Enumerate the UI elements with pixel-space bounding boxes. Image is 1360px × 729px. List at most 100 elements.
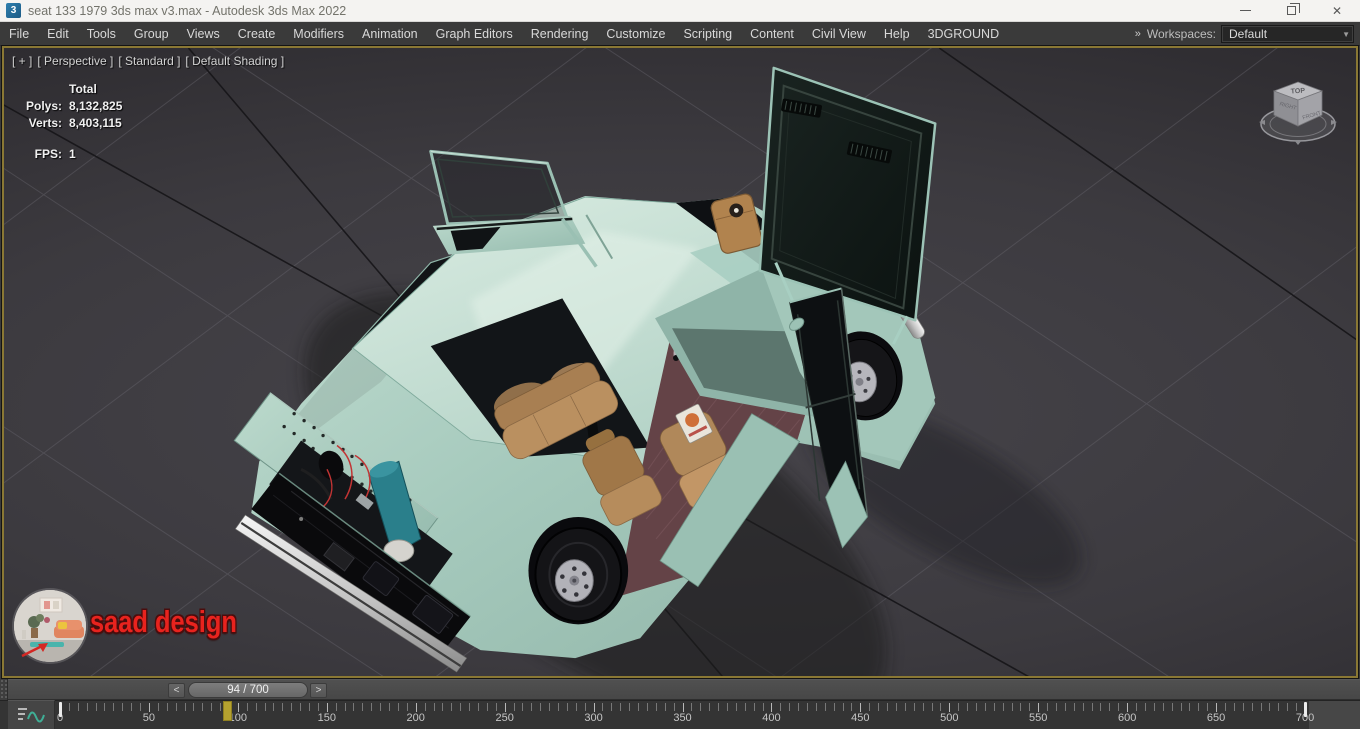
ruler-tick <box>949 703 951 712</box>
restore-button[interactable] <box>1268 0 1314 21</box>
ruler-tick <box>718 703 720 711</box>
menu-graph-editors[interactable]: Graph Editors <box>427 22 522 46</box>
timeline-ruler[interactable]: 0 50 100 150 200 250 300 350 400 450 500 550 600 650 7… <box>0 700 1360 729</box>
ruler-tick <box>1100 703 1102 711</box>
range-boundary-marker <box>59 702 62 717</box>
current-frame-display[interactable]: 94 / 700 <box>188 682 308 698</box>
viewport-3d-scene[interactable] <box>4 48 1356 676</box>
ruler-tick <box>1144 703 1146 711</box>
beyond-range-zone <box>1309 701 1360 729</box>
ruler-tick <box>77 703 79 711</box>
menu-create[interactable]: Create <box>229 22 285 46</box>
ruler-tick <box>522 703 524 711</box>
next-frame-button[interactable]: > <box>310 683 327 698</box>
menu-bar: File Edit Tools Group Views Create Modif… <box>0 22 1360 46</box>
fps-value: 1 <box>69 147 76 161</box>
menu-animation[interactable]: Animation <box>353 22 427 46</box>
minimize-button[interactable] <box>1222 0 1268 21</box>
ruler-tick <box>869 703 871 711</box>
ruler-tick <box>780 703 782 711</box>
playhead[interactable] <box>223 701 233 721</box>
viewport-label: [ + ] [ Perspective ] [ Standard ] [ Def… <box>12 54 284 68</box>
ruler-tick <box>1233 703 1235 711</box>
polys-label: Polys: <box>25 99 62 113</box>
menu-content[interactable]: Content <box>741 22 803 46</box>
ruler-tick <box>353 703 355 711</box>
pillow <box>58 622 67 629</box>
menu-views[interactable]: Views <box>178 22 229 46</box>
viewport-menu-pov[interactable]: [ Perspective ] <box>37 54 113 68</box>
ruler-tick <box>220 703 222 711</box>
menu-help[interactable]: Help <box>875 22 919 46</box>
ruler-tick <box>1296 703 1298 711</box>
window-controls: ✕ <box>1222 0 1360 21</box>
menu-file[interactable]: File <box>0 22 38 46</box>
ruler-tick <box>513 703 515 711</box>
ruler-tick <box>1091 703 1093 711</box>
ruler-tick <box>566 703 568 711</box>
ruler-tick <box>771 703 773 712</box>
previous-frame-button[interactable]: < <box>168 683 185 698</box>
car-model[interactable] <box>233 66 1107 676</box>
ruler-tick <box>1189 703 1191 711</box>
ruler-tick <box>913 703 915 711</box>
ruler-tick <box>1029 703 1031 711</box>
ruler-tick <box>362 703 364 711</box>
ruler-tick <box>540 703 542 711</box>
ruler-tick <box>958 703 960 711</box>
ruler-tick <box>1162 703 1164 711</box>
ruler-tick <box>629 703 631 711</box>
ruler-tick <box>709 703 711 711</box>
ruler-tick <box>477 703 479 711</box>
ruler-tick <box>611 703 613 711</box>
close-button[interactable]: ✕ <box>1314 0 1360 21</box>
menu-modifiers[interactable]: Modifiers <box>284 22 353 46</box>
ruler-label: 50 <box>142 712 156 724</box>
menu-overflow-icon[interactable]: » <box>1135 28 1141 40</box>
ruler-tick <box>1171 703 1173 711</box>
workspace-dropdown[interactable]: Default ▼ <box>1221 24 1354 43</box>
viewport-menu-shading[interactable]: [ Default Shading ] <box>185 54 284 68</box>
ruler-tick <box>1251 703 1253 711</box>
ruler-tick <box>1180 703 1182 711</box>
viewcube-top-label: TOP <box>1291 87 1306 95</box>
ruler-tick <box>1056 703 1058 711</box>
menu-rendering[interactable]: Rendering <box>522 22 598 46</box>
menu-tools[interactable]: Tools <box>78 22 125 46</box>
ruler-tick <box>148 703 150 712</box>
menu-civil-view[interactable]: Civil View <box>803 22 875 46</box>
ruler-tick <box>300 703 302 711</box>
menu-customize[interactable]: Customize <box>597 22 674 46</box>
ruler-tick <box>993 703 995 711</box>
menu-group[interactable]: Group <box>125 22 178 46</box>
curve-editor-icon <box>18 708 45 723</box>
ruler-tick <box>202 703 204 711</box>
ruler-tick <box>1136 703 1138 711</box>
ruler-tick <box>211 703 213 711</box>
ruler-tick <box>1260 703 1262 711</box>
ruler-tick <box>451 703 453 711</box>
ruler-tick <box>504 703 506 712</box>
time-slider[interactable]: < 94 / 700 > <box>8 679 1360 700</box>
viewport-menu-renderer[interactable]: [ Standard ] <box>118 54 180 68</box>
ruler-tick <box>593 703 595 712</box>
ruler-tick <box>931 703 933 711</box>
verts-value: 8,403,115 <box>69 116 122 130</box>
viewport-menu-general[interactable]: [ + ] <box>12 54 32 68</box>
menu-scripting[interactable]: Scripting <box>674 22 741 46</box>
ruler-tick <box>1287 703 1289 711</box>
viewcube[interactable]: TOP RIGHT FRONT <box>1250 60 1346 156</box>
ruler-tick <box>735 703 737 711</box>
ruler-label: 250 <box>495 712 514 724</box>
menu-3dground[interactable]: 3DGROUND <box>919 22 1009 46</box>
open-mini-curve-editor-button[interactable] <box>8 700 55 729</box>
ruler-tick <box>237 703 239 712</box>
ruler-tick <box>700 703 702 711</box>
ruler-tick <box>984 703 986 711</box>
ruler-tick <box>140 703 142 711</box>
perspective-viewport[interactable]: [ + ] [ Perspective ] [ Standard ] [ Def… <box>2 46 1358 678</box>
ruler-tick <box>282 703 284 711</box>
menu-edit[interactable]: Edit <box>38 22 78 46</box>
ruler-tick <box>264 703 266 711</box>
ruler-tick <box>486 703 488 711</box>
